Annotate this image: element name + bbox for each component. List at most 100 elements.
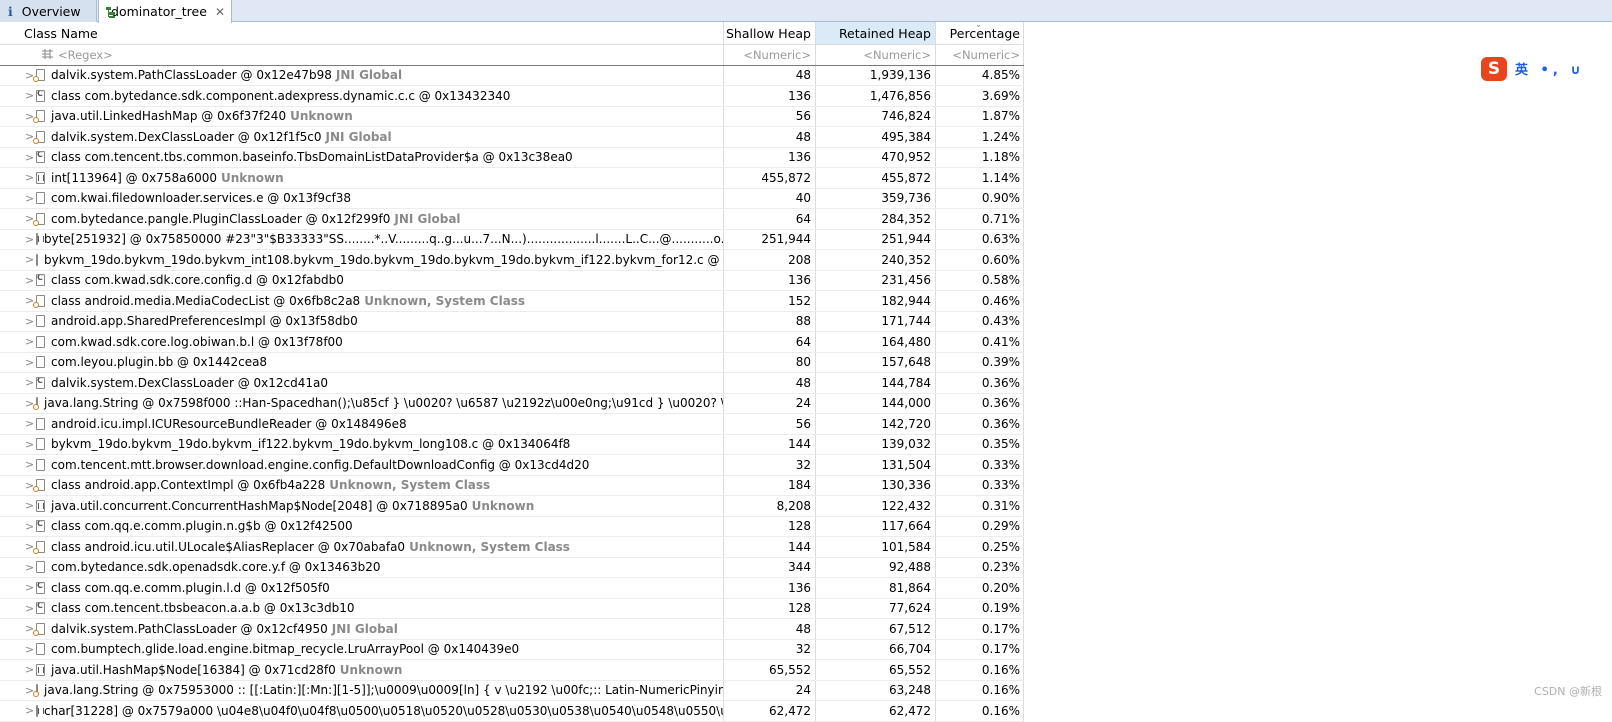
- shallow-heap-cell: 455,872: [724, 168, 816, 188]
- table-row[interactable]: > java.lang.String @ 0x75953000 :: [[:Lat…: [0, 680, 1024, 701]
- expand-chevron-icon[interactable]: >: [25, 356, 34, 369]
- sogou-ime-logo[interactable]: S: [1481, 56, 1507, 81]
- table-row[interactable]: > android.icu.impl.ICUResourceBundleReade…: [0, 414, 1024, 435]
- shallow-heap-cell: 48: [724, 619, 816, 639]
- object-type-icon: [36, 376, 45, 389]
- expand-chevron-icon[interactable]: >: [25, 499, 34, 512]
- table-row[interactable]: > com.bumptech.glide.load.engine.bitmap_r…: [0, 639, 1024, 660]
- class-name-cell: > com.kwai.filedownloader.services.e @ 0x…: [0, 188, 724, 208]
- object-name: android.icu.impl.ICUResourceBundleReader…: [51, 416, 407, 431]
- table-row[interactable]: > com.kwad.sdk.core.log.obiwan.b.l @ 0x13…: [0, 332, 1024, 353]
- expand-chevron-icon[interactable]: >: [25, 192, 34, 205]
- filter-retained-heap[interactable]: <Numeric>: [816, 45, 936, 65]
- shallow-heap-cell: 128: [724, 516, 816, 536]
- tab-dominator-tree[interactable]: dominator_tree ✕: [98, 0, 232, 23]
- class-name-cell: > class com.kwad.sdk.core.config.d @ 0x12…: [0, 270, 724, 290]
- expand-chevron-icon[interactable]: >: [25, 417, 34, 430]
- table-row[interactable]: > java.util.LinkedHashMap @ 0x6f37f240 Unk…: [0, 106, 1024, 127]
- object-name: dalvik.system.DexClassLoader @ 0x12cd41a…: [51, 375, 328, 390]
- table-row[interactable]: > dalvik.system.DexClassLoader @ 0x12f1f5…: [0, 127, 1024, 148]
- expand-chevron-icon[interactable]: >: [25, 151, 34, 164]
- percentage-cell: 0.23%: [936, 557, 1024, 577]
- shallow-heap-cell: 80: [724, 352, 816, 372]
- table-row[interactable]: > class com.tencent.tbs.common.baseinfo.T…: [0, 147, 1024, 168]
- column-header-retained-heap[interactable]: Retained Heap: [816, 22, 936, 44]
- table-row[interactable]: > com.bytedance.pangle.PluginClassLoader …: [0, 209, 1024, 230]
- table-row[interactable]: > java.lang.String @ 0x7598f000 ::Han-Spa…: [0, 393, 1024, 414]
- class-name-cell: > class android.icu.util.ULocale$AliasRep…: [0, 537, 724, 557]
- expand-chevron-icon[interactable]: >: [25, 233, 34, 246]
- table-row[interactable]: > dalvik.system.PathClassLoader @ 0x12e47…: [0, 65, 1024, 86]
- shallow-heap-cell: 62,472: [724, 701, 816, 721]
- expand-chevron-icon[interactable]: >: [25, 171, 34, 184]
- expand-chevron-icon[interactable]: >: [25, 561, 34, 574]
- table-row[interactable]: > byte[251932] @ 0x75850000 #23"3"$B33333…: [0, 229, 1024, 250]
- expand-chevron-icon[interactable]: >: [25, 520, 34, 533]
- table-row[interactable]: > class com.bytedance.sdk.component.adexp…: [0, 86, 1024, 107]
- class-name-cell: > class android.app.ContextImpl @ 0x6fb4a…: [0, 475, 724, 495]
- table-row[interactable]: > class com.qq.e.comm.plugin.n.g$b @ 0x12…: [0, 516, 1024, 537]
- table-row[interactable]: > char[31228] @ 0x7579a000 \u04e8\u04f0\u…: [0, 701, 1024, 722]
- dominator-tree-table: Class Name Shallow Heap Retained Heap Pe…: [0, 20, 1024, 722]
- table-row[interactable]: > com.bytedance.sdk.openadsdk.core.y.f @ …: [0, 557, 1024, 578]
- object-name: class com.tencent.tbsbeacon.a.a.b @ 0x13…: [51, 601, 355, 616]
- expand-chevron-icon[interactable]: >: [25, 458, 34, 471]
- class-name-cell: > dalvik.system.PathClassLoader @ 0x12e47…: [0, 65, 724, 85]
- table-row[interactable]: > android.app.SharedPreferencesImpl @ 0x1…: [0, 311, 1024, 332]
- shallow-heap-cell: 24: [724, 393, 816, 413]
- class-name-cell: > java.util.concurrent.ConcurrentHashMap$…: [0, 496, 724, 516]
- table-row[interactable]: > class android.media.MediaCodecList @ 0x…: [0, 291, 1024, 312]
- object-type-icon: [36, 233, 44, 246]
- tab-overview[interactable]: i Overview: [0, 0, 97, 22]
- object-name: bykvm_19do.bykvm_19do.bykvm_if122.bykvm_…: [51, 437, 571, 452]
- filter-shallow-heap[interactable]: <Numeric>: [724, 45, 816, 65]
- object-name: class com.qq.e.comm.plugin.l.d @ 0x12f50…: [51, 580, 330, 595]
- expand-chevron-icon[interactable]: >: [25, 315, 34, 328]
- table-row[interactable]: > class com.tencent.tbsbeacon.a.a.b @ 0x1…: [0, 598, 1024, 619]
- table-row[interactable]: > dalvik.system.DexClassLoader @ 0x12cd41…: [0, 373, 1024, 394]
- close-tab-icon[interactable]: ✕: [215, 5, 225, 19]
- table-row[interactable]: > class android.app.ContextImpl @ 0x6fb4a…: [0, 475, 1024, 496]
- expand-chevron-icon[interactable]: >: [25, 89, 34, 102]
- expand-chevron-icon[interactable]: >: [25, 376, 34, 389]
- table-row[interactable]: > com.leyou.plugin.bb @ 0x1442cea8 80 157,6…: [0, 352, 1024, 373]
- expand-chevron-icon[interactable]: >: [25, 274, 34, 287]
- table-row[interactable]: > java.util.concurrent.ConcurrentHashMap$…: [0, 496, 1024, 517]
- expand-chevron-icon[interactable]: >: [25, 253, 34, 266]
- table-row[interactable]: > class android.icu.util.ULocale$AliasRep…: [0, 537, 1024, 558]
- object-type-icon: [36, 335, 45, 348]
- table-row[interactable]: > class com.kwad.sdk.core.config.d @ 0x12…: [0, 270, 1024, 291]
- ime-mode-text[interactable]: 英 •, ∪: [1515, 59, 1585, 78]
- table-row[interactable]: > bykvm_19do.bykvm_19do.bykvm_int108.bykv…: [0, 250, 1024, 271]
- expand-chevron-icon[interactable]: >: [25, 643, 34, 656]
- column-header-class-name[interactable]: Class Name: [0, 22, 724, 44]
- gc-root-label: Unknown: [220, 170, 284, 185]
- expand-chevron-icon[interactable]: >: [25, 438, 34, 451]
- object-name: char[31228] @ 0x7579a000 \u04e8\u04f0\u0…: [44, 703, 724, 718]
- expand-chevron-icon[interactable]: >: [25, 663, 34, 676]
- gc-root-label: Unknown, System Class: [329, 478, 491, 493]
- object-name: class android.media.MediaCodecList @ 0x6…: [51, 293, 361, 308]
- editor-tab-bar: i Overview dominator_tree ✕: [0, 0, 1612, 23]
- class-name-cell: > class com.qq.e.comm.plugin.n.g$b @ 0x12…: [0, 516, 724, 536]
- ime-toolbar[interactable]: S 英 •, ∪: [1481, 55, 1612, 82]
- table-row[interactable]: > java.util.HashMap$Node[16384] @ 0x71cd2…: [0, 660, 1024, 681]
- object-type-icon: [36, 253, 38, 266]
- expand-chevron-icon[interactable]: >: [25, 335, 34, 348]
- column-header-shallow-heap[interactable]: Shallow Heap: [724, 22, 816, 44]
- expand-chevron-icon[interactable]: >: [25, 704, 34, 717]
- percentage-cell: 1.14%: [936, 168, 1024, 188]
- table-row[interactable]: > dalvik.system.PathClassLoader @ 0x12cf4…: [0, 619, 1024, 640]
- expand-chevron-icon[interactable]: >: [25, 602, 34, 615]
- expand-chevron-icon[interactable]: >: [25, 581, 34, 594]
- class-name-cell: > class com.tencent.tbs.common.baseinfo.T…: [0, 147, 724, 167]
- table-row[interactable]: > com.tencent.mtt.browser.download.engine…: [0, 455, 1024, 476]
- percentage-cell: 0.29%: [936, 516, 1024, 536]
- filter-percentage[interactable]: <Numeric>: [936, 45, 1024, 65]
- object-type-icon: [33, 294, 45, 308]
- table-row[interactable]: > com.kwai.filedownloader.services.e @ 0x…: [0, 188, 1024, 209]
- table-row[interactable]: > class com.qq.e.comm.plugin.l.d @ 0x12f5…: [0, 578, 1024, 599]
- table-row[interactable]: > bykvm_19do.bykvm_19do.bykvm_if122.bykvm…: [0, 434, 1024, 455]
- filter-class-name[interactable]: <Regex>: [0, 45, 724, 65]
- table-row[interactable]: > int[113964] @ 0x758a6000 Unknown 455,872 4…: [0, 168, 1024, 189]
